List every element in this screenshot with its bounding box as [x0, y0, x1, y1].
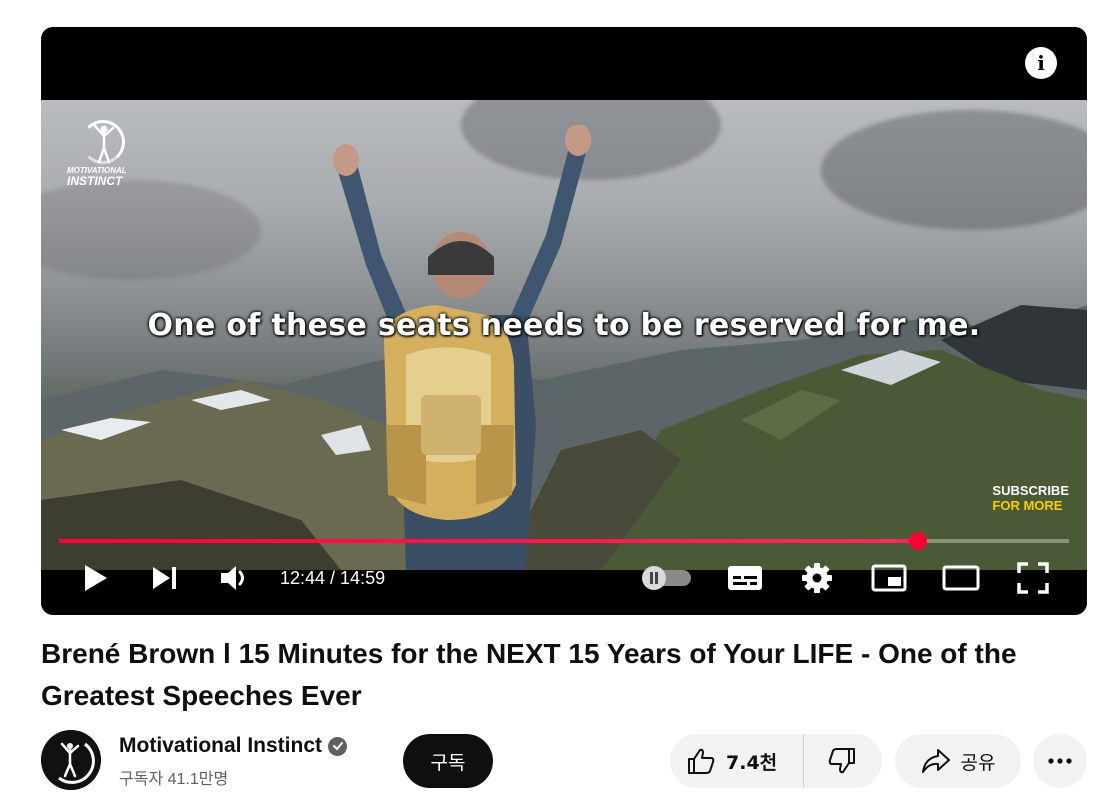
settings-gear-icon[interactable]: [797, 554, 837, 602]
dislike-button[interactable]: [804, 734, 880, 788]
channel-name-link[interactable]: Motivational Instinct: [119, 734, 348, 758]
like-button[interactable]: 7.4천: [670, 734, 804, 788]
watermark-figure-icon: [93, 124, 115, 164]
channel-name: Motivational Instinct: [119, 734, 323, 757]
channel-watermark-logo: MOTIVATIONAL INSTINCT: [67, 120, 137, 190]
share-button[interactable]: 공유: [895, 734, 1021, 788]
video-player[interactable]: i MOTIVATIONAL INSTINCT One of these sea…: [41, 27, 1087, 615]
miniplayer-icon[interactable]: [867, 554, 911, 602]
share-label: 공유: [960, 751, 996, 774]
like-dislike-group: 7.4천: [670, 734, 882, 788]
progress-scrubber-handle[interactable]: [908, 532, 927, 550]
video-title: Brené Brown l 15 Minutes for the NEXT 15…: [41, 638, 1017, 711]
captions-icon[interactable]: [723, 554, 767, 602]
subscribe-watermark-line2: FOR MORE: [992, 498, 1063, 513]
verified-check-icon: [328, 736, 348, 756]
watermark-line2: INSTINCT: [67, 174, 123, 188]
progress-played: [59, 539, 918, 543]
video-caption: One of these seats needs to be reserved …: [147, 308, 981, 343]
more-dots-icon: [1048, 758, 1072, 764]
channel-action-row: Motivational Instinct 구독자 41.1만명 구독 7.4천…: [41, 728, 1087, 792]
info-icon[interactable]: i: [1025, 47, 1057, 79]
hiker-figure: [333, 125, 591, 570]
avatar[interactable]: [41, 730, 101, 790]
player-controls: 12:44 / 14:59: [41, 554, 1087, 602]
thumbs-down-icon: [828, 748, 855, 774]
play-icon[interactable]: [75, 554, 115, 602]
next-icon[interactable]: [145, 554, 185, 602]
more-actions-button[interactable]: [1033, 734, 1087, 788]
video-frame[interactable]: MOTIVATIONAL INSTINCT One of these seats…: [41, 100, 1087, 570]
like-count: 7.4천: [726, 751, 778, 774]
subscribe-button[interactable]: 구독: [403, 734, 493, 788]
theater-mode-icon[interactable]: [939, 554, 983, 602]
subscriber-count: 구독자 41.1만명: [119, 771, 229, 788]
autoplay-toggle-icon[interactable]: [639, 554, 695, 602]
subscribe-watermark[interactable]: SUBSCRIBE FOR MORE: [992, 483, 1069, 513]
share-arrow-icon: [921, 749, 950, 773]
thumbs-up-icon: [688, 748, 715, 774]
fullscreen-icon[interactable]: [1011, 554, 1055, 602]
progress-bar[interactable]: [59, 532, 1069, 550]
time-display: 12:44 / 14:59: [280, 568, 386, 588]
subscribe-watermark-line1: SUBSCRIBE: [992, 483, 1069, 498]
volume-icon[interactable]: [215, 554, 255, 602]
